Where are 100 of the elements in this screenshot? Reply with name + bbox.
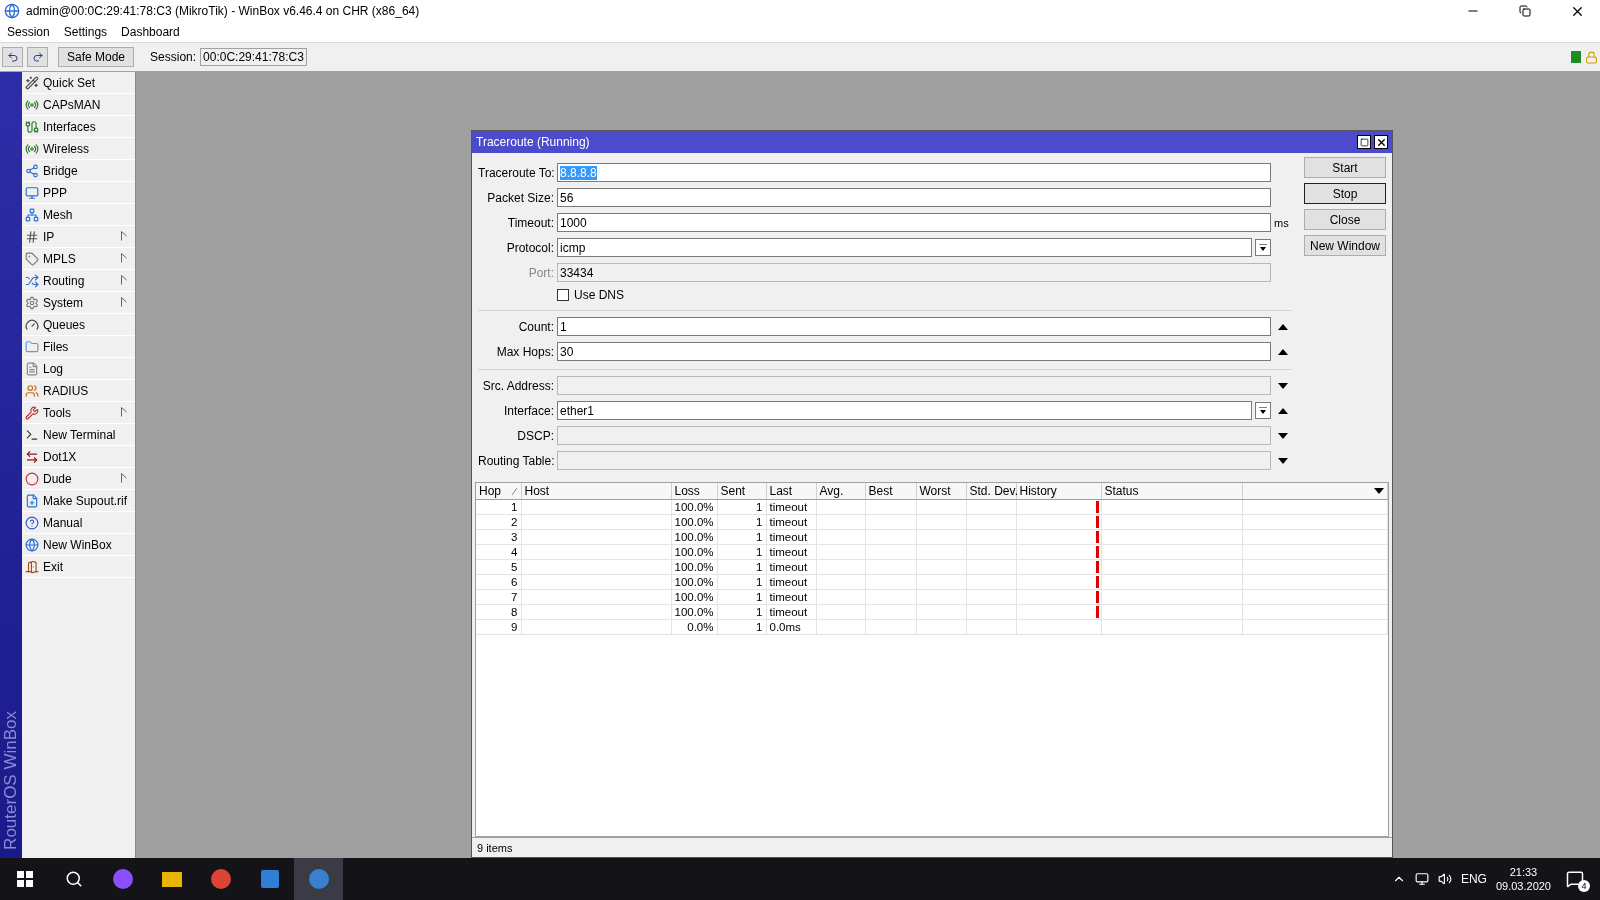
square-icon xyxy=(1359,137,1369,147)
sidebar-item[interactable]: Exit xyxy=(22,556,135,578)
column-header[interactable]: Worst xyxy=(916,483,966,499)
sidebar-item[interactable]: Manual xyxy=(22,512,135,534)
loss-bar xyxy=(1095,606,1099,619)
up-arrow-icon[interactable] xyxy=(1278,348,1288,355)
sidebar-item[interactable]: Quick Set xyxy=(22,72,135,94)
antenna-icon xyxy=(25,141,39,156)
undo-button[interactable] xyxy=(2,47,23,67)
table-cell: 100.0% xyxy=(671,529,717,544)
dropdown-button[interactable] xyxy=(1255,402,1271,419)
language-indicator[interactable]: ENG xyxy=(1460,872,1487,886)
dialog-button[interactable]: Stop xyxy=(1304,183,1386,204)
column-header[interactable]: Status xyxy=(1101,483,1242,499)
volume-icon[interactable] xyxy=(1437,872,1452,886)
sidebar-item[interactable]: New Terminal xyxy=(22,424,135,446)
dialog-button[interactable]: New Window xyxy=(1304,235,1386,256)
input-field[interactable] xyxy=(557,376,1271,395)
safe-mode-button[interactable]: Safe Mode xyxy=(58,47,135,67)
input-field[interactable]: 1000 xyxy=(557,213,1271,232)
dropdown-icon[interactable] xyxy=(1374,487,1384,494)
down-arrow-icon[interactable] xyxy=(1278,457,1288,464)
field-label: Packet Size: xyxy=(486,190,554,205)
sidebar-item[interactable]: CAPsMAN xyxy=(22,94,135,116)
close-button[interactable] xyxy=(1374,135,1388,149)
column-header[interactable]: Last xyxy=(766,483,816,499)
restore-icon[interactable] xyxy=(1519,5,1531,17)
table-cell: 1 xyxy=(717,514,766,529)
sidebar-item[interactable]: Queues xyxy=(22,314,135,336)
sidebar-item[interactable]: Make Supout.rif xyxy=(22,490,135,512)
sidebar-item[interactable]: Mesh xyxy=(22,204,135,226)
table-cell: 100.0% xyxy=(671,574,717,589)
column-header[interactable]: History xyxy=(1016,483,1101,499)
dialog-title: Traceroute (Running) xyxy=(476,135,591,149)
sidebar-item[interactable]: PPP xyxy=(22,182,135,204)
notifications-icon[interactable] xyxy=(1566,870,1584,888)
column-header[interactable]: Sent xyxy=(717,483,766,499)
input-field[interactable]: ether1 xyxy=(557,401,1252,420)
column-header[interactable]: Hop xyxy=(476,483,521,499)
field-label: Traceroute To: xyxy=(478,165,554,180)
table-cell: 3 xyxy=(476,529,521,544)
column-header[interactable]: Std. Dev. xyxy=(966,483,1016,499)
input-field[interactable]: icmp xyxy=(557,238,1252,257)
checkbox[interactable] xyxy=(557,289,569,301)
table-cell: timeout xyxy=(766,574,816,589)
sidebar-item[interactable]: New WinBox xyxy=(22,534,135,556)
table-cell: 100.0% xyxy=(671,544,717,559)
table-cell: 100.0% xyxy=(671,514,717,529)
menu-item[interactable]: Dashboard xyxy=(121,25,180,39)
sidebar-item[interactable]: MPLS xyxy=(22,248,135,270)
sidebar-item[interactable]: Dot1X xyxy=(22,446,135,468)
up-arrow-icon[interactable] xyxy=(1278,407,1288,414)
table-cell: timeout xyxy=(766,499,816,514)
table-cell: 1 xyxy=(717,589,766,604)
sidebar-item[interactable]: Log xyxy=(22,358,135,380)
sidebar-item[interactable]: System xyxy=(22,292,135,314)
input-field[interactable] xyxy=(557,451,1271,470)
table-cell: 1 xyxy=(717,559,766,574)
column-header[interactable]: Best xyxy=(865,483,916,499)
menu-item[interactable]: Session xyxy=(7,25,50,39)
table-cell: 0.0% xyxy=(671,619,717,634)
down-arrow-icon[interactable] xyxy=(1278,382,1288,389)
input-field[interactable]: 30 xyxy=(557,342,1271,361)
dropdown-button[interactable] xyxy=(1255,239,1271,256)
field-label: Count: xyxy=(517,319,554,334)
down-arrow-icon[interactable] xyxy=(1278,432,1288,439)
clock[interactable]: 21:33 09.03.2020 xyxy=(1495,866,1551,892)
sidebar-item[interactable]: Files xyxy=(22,336,135,358)
sidebar-item[interactable]: Dude xyxy=(22,468,135,490)
column-header[interactable]: Host xyxy=(521,483,671,499)
wrench-icon xyxy=(25,405,39,420)
brand-text: RouterOS WinBox xyxy=(1,711,21,850)
dialog-button[interactable]: Close xyxy=(1304,209,1386,230)
table-cell: 1 xyxy=(717,604,766,619)
sidebar-item[interactable]: Bridge xyxy=(22,160,135,182)
sidebar-item[interactable]: RADIUS xyxy=(22,380,135,402)
column-header[interactable]: Loss xyxy=(671,483,717,499)
field-label: Src. Address: xyxy=(481,378,554,393)
dialog-button[interactable]: Start xyxy=(1304,157,1386,178)
menu-item[interactable]: Settings xyxy=(63,25,108,39)
sidebar-item[interactable]: Interfaces xyxy=(22,116,135,138)
up-arrow-icon[interactable] xyxy=(1278,323,1288,330)
input-field[interactable]: 1 xyxy=(557,317,1271,336)
windows-logo-icon xyxy=(16,871,33,887)
app-logo-icon xyxy=(4,3,20,19)
table-cell: timeout xyxy=(766,589,816,604)
network-card-icon xyxy=(25,119,39,134)
maximize-button[interactable] xyxy=(1357,135,1371,149)
sidebar-item[interactable]: Routing xyxy=(22,270,135,292)
sort-icon xyxy=(511,488,517,495)
redo-button[interactable] xyxy=(27,47,48,67)
sidebar-item[interactable]: Tools xyxy=(22,402,135,424)
sidebar-item[interactable]: Wireless xyxy=(22,138,135,160)
table-cell: 4 xyxy=(476,544,521,559)
input-field[interactable] xyxy=(557,426,1271,445)
input-field[interactable]: 56 xyxy=(557,188,1271,207)
network-icon[interactable] xyxy=(1414,872,1429,886)
table-cell: 100.0% xyxy=(671,589,717,604)
column-header[interactable]: Avg. xyxy=(816,483,865,499)
sidebar-item[interactable]: IP xyxy=(22,226,135,248)
